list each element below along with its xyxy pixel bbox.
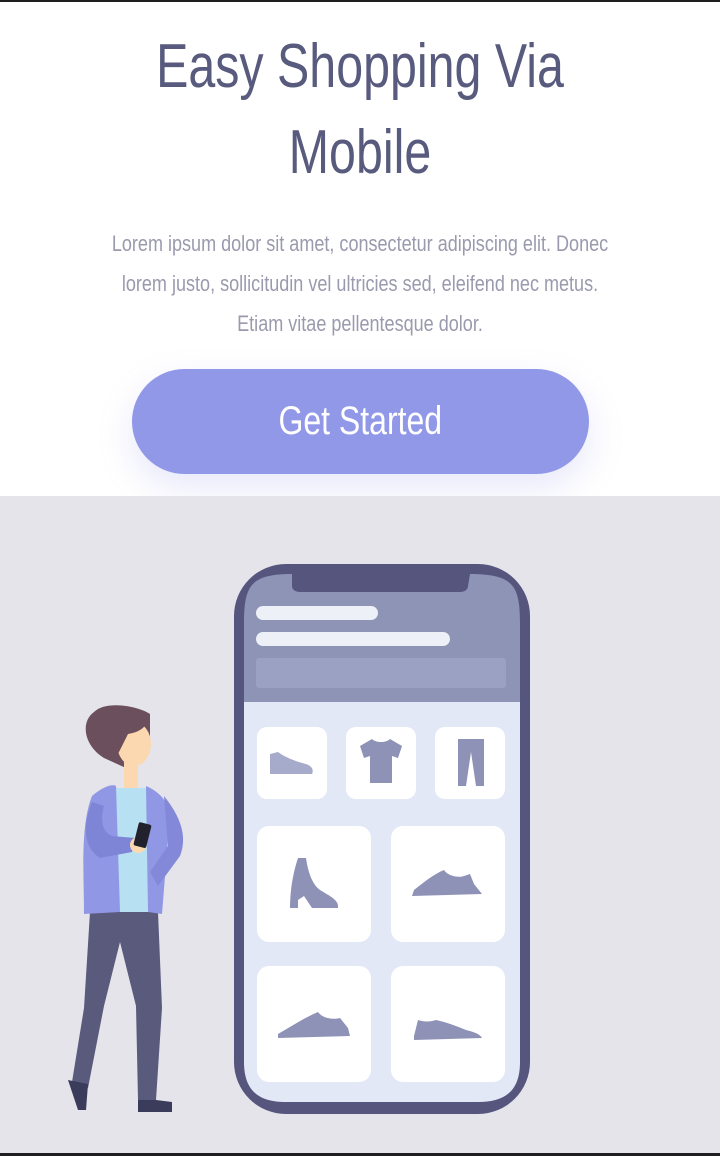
get-started-label: Get Started (278, 399, 443, 443)
woman-holding-phone-icon (68, 705, 184, 1112)
hero-description: Lorem ipsum dolor sit amet, consectetur … (111, 231, 609, 336)
smartphone-icon (234, 564, 530, 1114)
page-title: Easy Shopping Via Mobile (156, 32, 564, 187)
illustration-section (0, 496, 720, 1153)
hero-section: Easy Shopping Via Mobile Lorem ipsum dol… (0, 2, 720, 496)
get-started-button[interactable]: Get Started (132, 369, 589, 474)
shopping-illustration (68, 564, 530, 1114)
